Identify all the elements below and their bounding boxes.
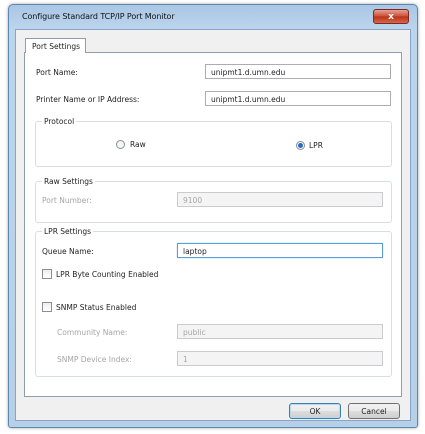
queue-name-field[interactable]: laptop [177, 243, 383, 258]
close-button[interactable]: x [373, 9, 409, 24]
protocol-group-title: Protocol [42, 117, 77, 126]
lpr-byte-counting-label: LPR Byte Counting Enabled [56, 270, 159, 279]
dialog-body: Port Settings Port Name: unipmt1.d.umn.e… [15, 29, 411, 421]
queue-name-label: Queue Name: [42, 247, 94, 256]
tab-port-settings[interactable]: Port Settings [25, 38, 86, 53]
lpr-settings-group: LPR Settings Queue Name: laptop LPR Byte… [35, 227, 392, 377]
snmp-device-index-value: 1 [183, 355, 188, 364]
dialog-window: Configure Standard TCP/IP Port Monitor x… [8, 4, 418, 428]
cancel-button[interactable]: Cancel [348, 403, 400, 419]
title-bar[interactable]: Configure Standard TCP/IP Port Monitor x [9, 5, 417, 29]
printer-name-value: unipmt1.d.umn.edu [211, 95, 286, 104]
ok-button-label: OK [309, 406, 321, 416]
lpr-radio-label: LPR [309, 141, 323, 150]
lpr-radio[interactable] [296, 141, 305, 150]
queue-name-value: laptop [183, 247, 207, 256]
raw-radio[interactable] [116, 140, 125, 149]
lpr-byte-counting-checkbox[interactable] [42, 269, 52, 279]
port-number-label: Port Number: [42, 196, 92, 205]
raw-settings-group: Raw Settings Port Number: 9100 [35, 177, 392, 223]
community-name-label: Community Name: [57, 328, 128, 337]
ok-button[interactable]: OK [289, 403, 341, 419]
port-settings-panel: Port Name: unipmt1.d.umn.edu Printer Nam… [24, 52, 402, 397]
window-title: Configure Standard TCP/IP Port Monitor [22, 12, 175, 21]
port-name-value: unipmt1.d.umn.edu [211, 68, 286, 77]
snmp-status-checkbox[interactable] [42, 302, 52, 312]
raw-settings-group-title: Raw Settings [42, 177, 95, 186]
port-name-label: Port Name: [36, 68, 78, 77]
close-icon: x [388, 11, 394, 22]
lpr-settings-group-title: LPR Settings [42, 227, 94, 236]
protocol-group: Protocol Raw LPR [35, 117, 392, 167]
port-name-field[interactable]: unipmt1.d.umn.edu [205, 64, 391, 79]
snmp-status-label: SNMP Status Enabled [56, 303, 137, 312]
port-number-value: 9100 [183, 196, 203, 205]
port-number-field[interactable]: 9100 [177, 192, 383, 207]
cancel-button-label: Cancel [361, 406, 387, 416]
snmp-device-index-field[interactable]: 1 [177, 351, 383, 366]
snmp-device-index-label: SNMP Device Index: [57, 355, 132, 364]
raw-radio-label: Raw [130, 140, 146, 149]
printer-name-label: Printer Name or IP Address: [36, 95, 140, 104]
community-name-value: public [183, 328, 206, 337]
printer-name-field[interactable]: unipmt1.d.umn.edu [205, 91, 391, 106]
tab-label: Port Settings [32, 42, 81, 51]
community-name-field[interactable]: public [177, 324, 383, 339]
